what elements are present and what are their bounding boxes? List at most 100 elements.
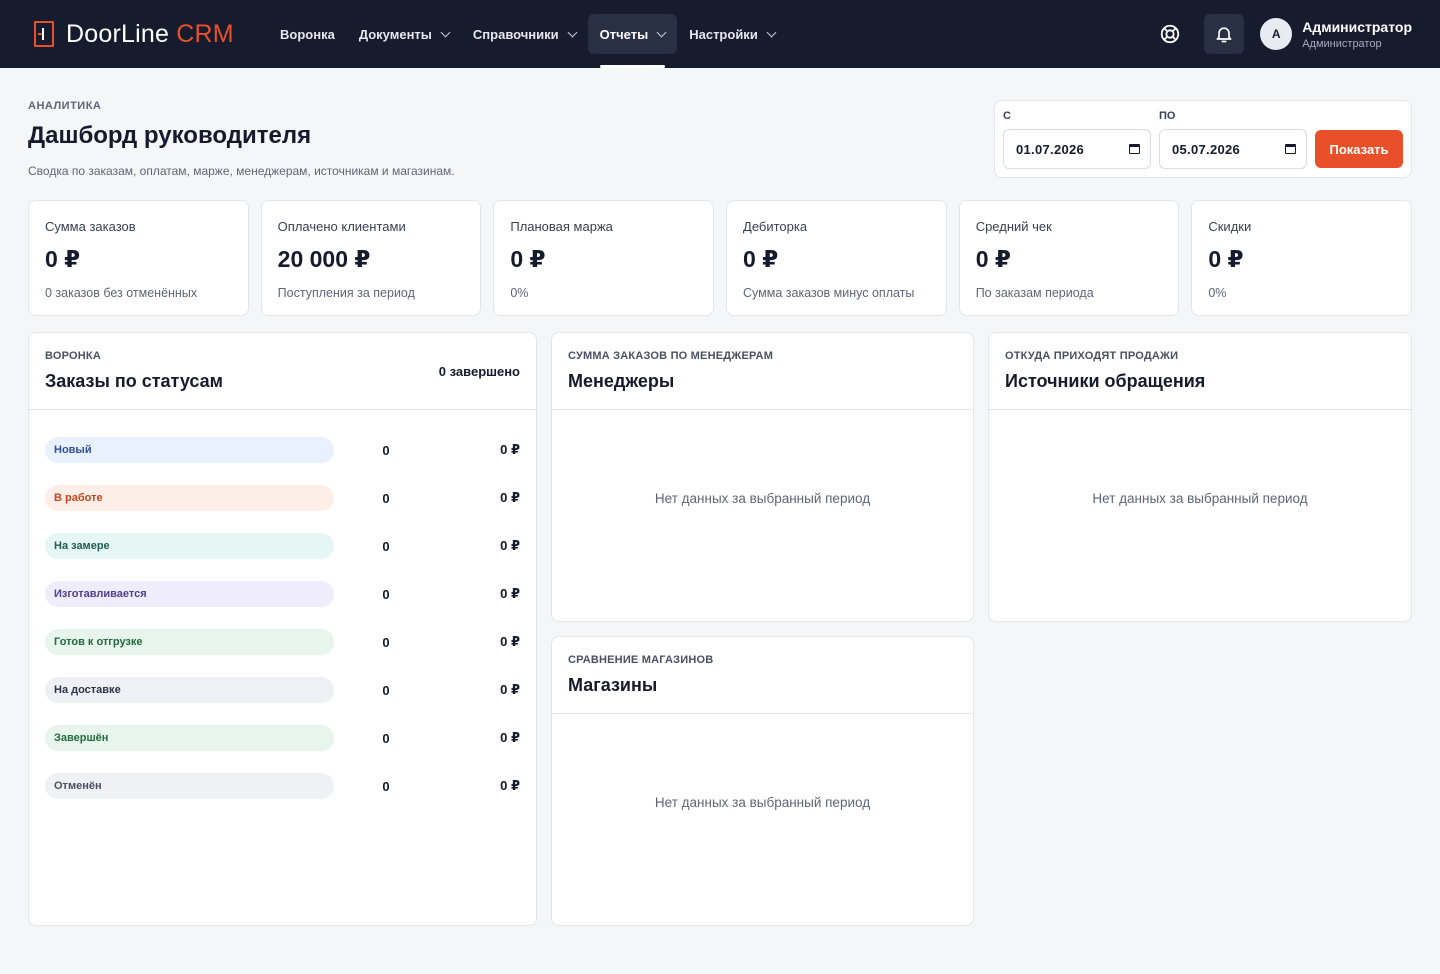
- status-count: 0: [382, 778, 390, 794]
- empty-state: Нет данных за выбранный период: [654, 491, 871, 506]
- lifebuoy-icon: [1161, 24, 1180, 44]
- kpi-card-avg-check: Средний чек 0 ₽ По заказам периода: [958, 200, 1180, 316]
- status-count: 0: [382, 634, 390, 650]
- panel-eyebrow: СРАВНЕНИЕ МАГАЗИНОВ: [568, 654, 714, 666]
- panel-title: Магазины: [568, 675, 658, 695]
- kpi-value: 0 ₽: [975, 246, 1011, 272]
- status-count: 0: [382, 442, 390, 458]
- panel-title: Источники обращения: [1005, 371, 1206, 391]
- status-badge: Отменён: [45, 773, 334, 799]
- calendar-icon[interactable]: [1129, 144, 1140, 154]
- date-to-label: ПО: [1159, 110, 1176, 122]
- status-count: 0: [382, 730, 390, 746]
- bell-icon: [1216, 27, 1232, 43]
- main-nav: Воронка Документы Справочники Отчеты Нас…: [268, 0, 787, 68]
- nav-item-settings[interactable]: Настройки: [677, 14, 787, 54]
- panel-eyebrow: ОТКУДА ПРИХОДЯТ ПРОДАЖИ: [1005, 350, 1179, 362]
- nav-item-references[interactable]: Справочники: [461, 14, 588, 54]
- user-name: Администратор: [1302, 18, 1412, 35]
- kpi-label: Сумма заказов: [45, 219, 136, 234]
- kpi-value: 0 ₽: [743, 246, 779, 272]
- kpi-label: Скидки: [1208, 219, 1252, 234]
- chevron-down-icon: [440, 27, 451, 37]
- kpi-card-discounts: Скидки 0 ₽ 0%: [1191, 200, 1413, 316]
- show-button[interactable]: Показать: [1315, 130, 1403, 168]
- date-filter: С 01.07.2026 ПО 05.07.2026 Показать: [994, 100, 1412, 178]
- chevron-down-icon: [567, 27, 578, 37]
- kpi-note: 0%: [1208, 286, 1227, 300]
- kpi-card-receivables: Дебиторка 0 ₽ Сумма заказов минус оплаты: [726, 200, 947, 316]
- status-badge: В работе: [45, 485, 334, 511]
- kpi-value: 0 ₽: [45, 246, 81, 272]
- help-button[interactable]: [1150, 14, 1190, 54]
- brand-logo[interactable]: DoorLine CRM: [34, 20, 249, 49]
- nav-item-funnel[interactable]: Воронка: [268, 14, 347, 54]
- date-to-value: 05.07.2026: [1172, 141, 1241, 157]
- status-row[interactable]: Отменён 0 0 ₽: [45, 762, 520, 810]
- kpi-note: Сумма заказов минус оплаты: [743, 286, 915, 300]
- kpi-note: 0%: [510, 286, 529, 300]
- date-from-value: 01.07.2026: [1016, 141, 1085, 157]
- user-menu[interactable]: А Администратор Администратор: [1260, 18, 1412, 50]
- date-from-input[interactable]: 01.07.2026: [1003, 129, 1151, 169]
- status-sum: 0 ₽: [500, 442, 520, 457]
- funnel-panel: ВОРОНКА Заказы по статусам 0 завершено Н…: [28, 332, 537, 926]
- user-role: Администратор: [1302, 37, 1382, 50]
- kpi-card-orders-sum: Сумма заказов 0 ₽ 0 заказов без отменённ…: [28, 200, 249, 316]
- notifications-button[interactable]: [1204, 14, 1245, 54]
- chevron-down-icon: [766, 27, 777, 37]
- nav-item-label: Воронка: [280, 26, 335, 42]
- status-row[interactable]: На замере 0 0 ₽: [45, 522, 520, 570]
- status-row[interactable]: Новый 0 0 ₽: [45, 426, 520, 474]
- status-count: 0: [382, 586, 390, 602]
- page-subtitle: Сводка по заказам, оплатам, марже, менед…: [28, 164, 455, 178]
- kpi-value: 0 ₽: [510, 246, 546, 272]
- status-count: 0: [382, 682, 390, 698]
- status-sum: 0 ₽: [500, 682, 520, 697]
- brand-accent: CRM: [176, 19, 234, 48]
- status-count: 0: [382, 538, 390, 554]
- chevron-down-icon: [656, 27, 667, 37]
- active-nav-indicator: [599, 65, 666, 68]
- kpi-note: По заказам периода: [975, 286, 1094, 300]
- door-logo-icon: [34, 21, 54, 47]
- brand-name: DoorLine: [66, 19, 170, 48]
- status-row[interactable]: В работе 0 0 ₽: [45, 474, 520, 522]
- nav-item-reports[interactable]: Отчеты: [587, 14, 678, 68]
- empty-state: Нет данных за выбранный период: [1092, 491, 1308, 506]
- status-sum: 0 ₽: [500, 634, 520, 649]
- page-eyebrow: АНАЛИТИКА: [28, 100, 102, 112]
- status-count: 0: [382, 490, 390, 506]
- kpi-label: Средний чек: [975, 219, 1052, 234]
- panel-title: Менеджеры: [568, 371, 675, 391]
- kpi-note: Поступления за период: [277, 286, 415, 300]
- status-row[interactable]: Изготавливается 0 0 ₽: [45, 570, 520, 618]
- kpi-value: 0 ₽: [1208, 246, 1244, 272]
- managers-panel: СУММА ЗАКАЗОВ ПО МЕНЕДЖЕРАМ Менеджеры Не…: [551, 332, 974, 622]
- nav-item-documents[interactable]: Документы: [347, 14, 461, 54]
- status-row[interactable]: Завершён 0 0 ₽: [45, 714, 520, 762]
- date-to-input[interactable]: 05.07.2026: [1159, 129, 1307, 169]
- kpi-label: Дебиторка: [743, 219, 808, 234]
- topbar-actions: А Администратор Администратор: [1150, 14, 1412, 54]
- nav-item-label: Отчеты: [599, 26, 649, 42]
- calendar-icon[interactable]: [1285, 144, 1296, 154]
- panel-eyebrow: СУММА ЗАКАЗОВ ПО МЕНЕДЖЕРАМ: [568, 350, 774, 362]
- sources-panel: ОТКУДА ПРИХОДЯТ ПРОДАЖИ Источники обраще…: [988, 332, 1412, 622]
- status-badge: На доставке: [45, 677, 334, 703]
- kpi-card-margin: Плановая маржа 0 ₽ 0%: [493, 200, 715, 316]
- nav-item-label: Справочники: [472, 26, 559, 42]
- nav-item-label: Документы: [358, 26, 432, 42]
- nav-item-label: Настройки: [689, 26, 758, 42]
- status-row[interactable]: Готов к отгрузке 0 0 ₽: [45, 618, 520, 666]
- kpi-card-paid: Оплачено клиентами 20 000 ₽ Поступления …: [260, 200, 482, 316]
- status-list: Новый 0 0 ₽ В работе 0 0 ₽ На замере 0 0 ₽ Изгота…: [29, 410, 536, 810]
- status-row[interactable]: На доставке 0 0 ₽: [45, 666, 520, 714]
- kpi-cards: Сумма заказов 0 ₽ 0 заказов без отменённ…: [28, 200, 1413, 316]
- kpi-value: 20 000 ₽: [277, 246, 371, 272]
- empty-state: Нет данных за выбранный период: [654, 795, 871, 810]
- status-badge: Новый: [45, 437, 334, 463]
- kpi-label: Оплачено клиентами: [277, 219, 406, 234]
- status-sum: 0 ₽: [500, 538, 520, 553]
- completed-count: 0 завершено: [438, 364, 520, 379]
